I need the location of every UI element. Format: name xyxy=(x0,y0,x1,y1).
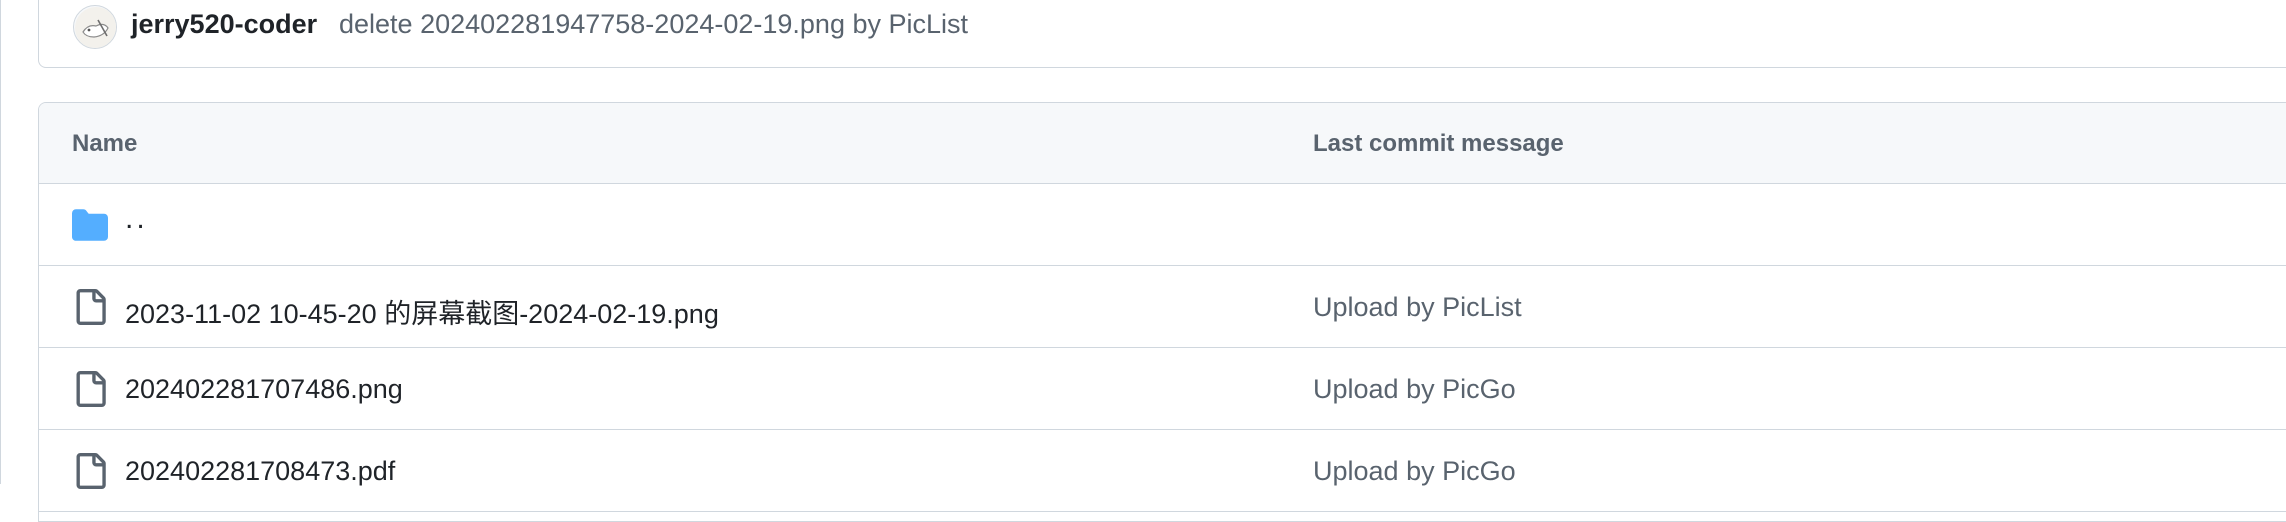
table-header: Name Last commit message xyxy=(39,103,2286,184)
table-row[interactable]: 2023-11-02 10-45-20 的屏幕截图-2024-02-19.png… xyxy=(39,266,2286,348)
commit-message-link[interactable]: Upload by PicList xyxy=(1313,292,1522,323)
column-header-last-commit-message: Last commit message xyxy=(1313,130,1564,157)
file-name-link[interactable]: 202402281707486.png xyxy=(125,374,403,405)
file-name-link[interactable]: 2023-11-02 10-45-20 的屏幕截图-2024-02-19.png xyxy=(125,292,719,331)
folder-icon xyxy=(72,207,108,243)
column-header-name: Name xyxy=(72,130,138,157)
table-row[interactable]: 202402281708473.pdf Upload by PicGo xyxy=(39,430,2286,512)
commit-author-link[interactable]: jerry520-coder xyxy=(131,9,317,40)
file-icon xyxy=(72,289,108,325)
file-icon xyxy=(72,371,108,407)
parent-directory-row[interactable]: .. xyxy=(39,184,2286,266)
avatar[interactable] xyxy=(73,5,117,49)
commit-message-link[interactable]: delete 202402281947758-2024-02-19.png by… xyxy=(339,9,968,40)
latest-commit-bar: jerry520-coder delete 202402281947758-20… xyxy=(38,0,2286,68)
file-name-link[interactable]: 202402281708473.pdf xyxy=(125,456,395,487)
left-border xyxy=(0,0,1,484)
parent-directory-link[interactable]: .. xyxy=(125,202,148,236)
table-row[interactable]: 202402281707486.png Upload by PicGo xyxy=(39,348,2286,430)
commit-message-link[interactable]: Upload by PicGo xyxy=(1313,374,1516,405)
file-table: Name Last commit message .. 2023-11-02 1… xyxy=(38,102,2286,522)
commit-message-link[interactable]: Upload by PicGo xyxy=(1313,456,1516,487)
